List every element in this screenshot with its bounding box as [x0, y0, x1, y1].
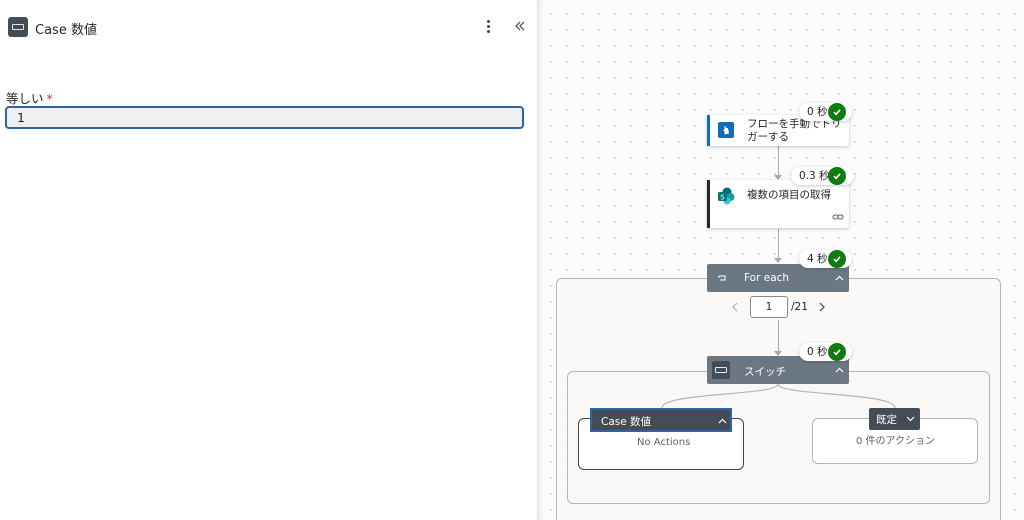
double-chevron-left-icon	[515, 21, 525, 31]
more-options-button[interactable]	[478, 15, 498, 37]
equals-label-text: 等しい	[6, 91, 44, 106]
dot-icon	[486, 24, 490, 28]
default-title: 既定	[876, 414, 897, 426]
chevron-down-icon[interactable]	[906, 416, 915, 422]
default-header[interactable]: 既定	[869, 408, 920, 430]
case-empty-text: No Actions	[637, 437, 691, 448]
case-header[interactable]: Case 数値	[590, 408, 732, 432]
equals-input[interactable]	[5, 106, 524, 129]
flow-canvas[interactable]: フローを手動でトリガーする 0 秒 S 複数の項目の取得 0.3 秒 For e…	[537, 0, 1024, 520]
dot-icon	[486, 19, 490, 23]
switch-case-icon	[8, 17, 28, 37]
dot-icon	[486, 29, 490, 33]
chevron-up-icon[interactable]	[718, 418, 727, 424]
required-mark: *	[46, 91, 53, 106]
properties-panel: Case 数値 等しい *	[0, 0, 537, 520]
default-empty-text: 0 件のアクション	[856, 436, 936, 447]
panel-title: Case 数値	[35, 23, 97, 38]
case-title: Case 数値	[601, 416, 652, 428]
panel-header: Case 数値	[0, 0, 537, 56]
collapse-panel-button[interactable]	[510, 14, 530, 38]
equals-field-label: 等しい *	[6, 88, 53, 107]
